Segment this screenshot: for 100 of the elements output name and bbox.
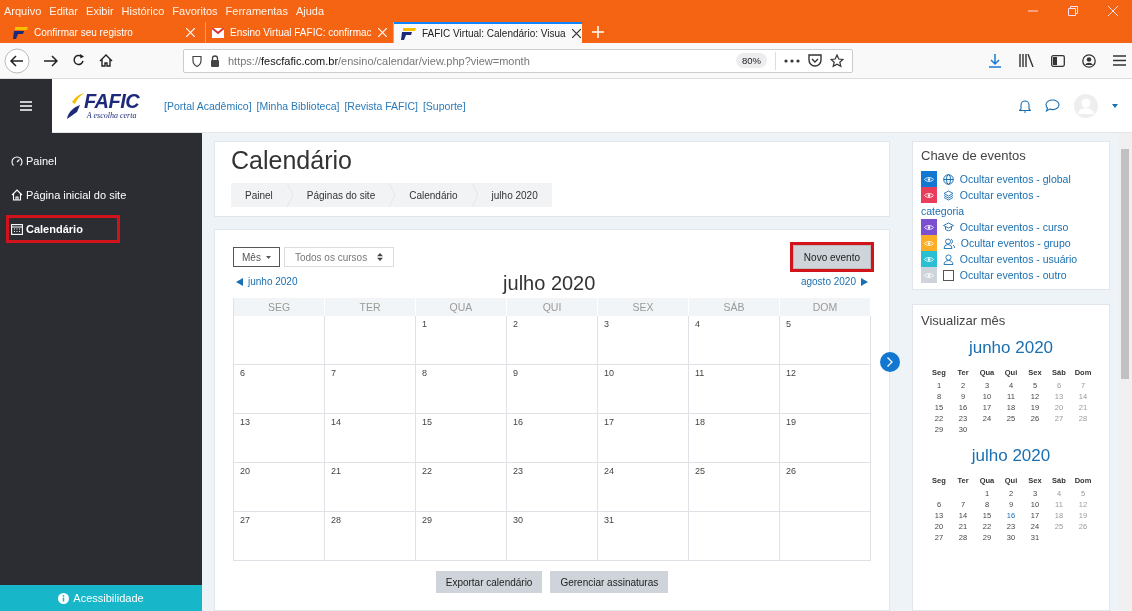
day-cell[interactable]: 15: [416, 414, 507, 463]
browser-tab[interactable]: FAFIC Virtual: Calendário: Visua: [394, 22, 582, 43]
day-cell[interactable]: 27: [234, 512, 325, 561]
day-number: 9: [513, 368, 518, 378]
day-cell[interactable]: 29: [416, 512, 507, 561]
day-cell[interactable]: 9: [507, 365, 598, 414]
sidebar-item[interactable]: Página inicial do site: [6, 181, 196, 209]
course-dropdown[interactable]: Todos os cursos: [283, 247, 395, 267]
logo-text: FAFIC: [84, 91, 140, 111]
day-cell[interactable]: 22: [416, 463, 507, 512]
view-dropdown[interactable]: Mês: [233, 247, 280, 267]
day-cell[interactable]: 3: [598, 316, 689, 365]
day-cell[interactable]: 4: [689, 316, 780, 365]
day-number: 11: [695, 368, 705, 378]
mini-month-title[interactable]: julho 2020: [921, 446, 1101, 466]
weekday-header: QUA: [416, 298, 507, 316]
day-number: 15: [422, 417, 432, 427]
nav-link[interactable]: [Suporte]: [422, 99, 466, 112]
event-filter-link[interactable]: Ocultar eventos - curso: [921, 219, 1101, 235]
weekday-header: SEG: [234, 298, 325, 316]
sidebar-item[interactable]: Painel: [6, 147, 196, 175]
breadcrumb-link[interactable]: Painel: [245, 189, 287, 201]
day-number: 6: [240, 368, 245, 378]
accessibility-label: Acessibilidade: [73, 592, 144, 604]
day-cell[interactable]: 24: [598, 463, 689, 512]
day-number: 28: [331, 515, 341, 525]
breadcrumb-link[interactable]: Páginas do site: [306, 189, 390, 201]
nav-link[interactable]: [Portal Acadêmico]: [164, 99, 252, 112]
day-number: 25: [695, 466, 705, 476]
day-cell[interactable]: 19: [780, 414, 871, 463]
day-number: 31: [604, 515, 614, 525]
day-cell[interactable]: 20: [234, 463, 325, 512]
day-number: 22: [422, 466, 432, 476]
tab-title: FAFIC Virtual: Calendário: Visua: [422, 28, 566, 39]
url-text: https://fescfafic.com.br/ensino/calendar/view.php?view=month: [228, 54, 531, 67]
new-event-button[interactable]: Novo evento: [792, 245, 871, 269]
day-number: 18: [695, 417, 705, 427]
day-number: 2: [513, 319, 518, 329]
day-cell[interactable]: 5: [780, 316, 871, 365]
day-cell[interactable]: 25: [689, 463, 780, 512]
day-cell[interactable]: 18: [689, 414, 780, 463]
day-number: 21: [331, 466, 341, 476]
day-number: 12: [786, 368, 796, 378]
breadcrumb-link[interactable]: julho 2020: [491, 189, 552, 201]
day-number: 8: [422, 368, 427, 378]
weekday-header: QUI: [507, 298, 598, 316]
day-number: 1: [422, 319, 427, 329]
day-cell[interactable]: 21: [325, 463, 416, 512]
day-cell[interactable]: 26: [780, 463, 871, 512]
day-number: 5: [786, 319, 791, 329]
day-cell[interactable]: 17: [598, 414, 689, 463]
day-number: 13: [240, 417, 250, 427]
day-cell[interactable]: 23: [507, 463, 598, 512]
day-cell[interactable]: 8: [416, 365, 507, 414]
day-cell[interactable]: 28: [325, 512, 416, 561]
block-title: Visualizar mês: [921, 313, 1007, 328]
day-cell[interactable]: 30: [507, 512, 598, 561]
weekday-header: SEX: [598, 298, 689, 316]
weekday-header: SÁB: [689, 298, 780, 316]
nav-link[interactable]: [Revista FAFIC]: [344, 99, 418, 112]
nav-link[interactable]: [Minha Biblioteca]: [256, 99, 340, 112]
day-cell[interactable]: 31: [598, 512, 689, 561]
day-cell[interactable]: 12: [780, 365, 871, 414]
day-cell[interactable]: 16: [507, 414, 598, 463]
month-title: julho 2020: [503, 272, 596, 295]
day-cell[interactable]: 2: [507, 316, 598, 365]
calendar-action-button[interactable]: Exportar calendário: [435, 571, 543, 593]
event-filter-link[interactable]: Ocultar eventos - categoria: [921, 187, 1071, 219]
day-cell[interactable]: 14: [325, 414, 416, 463]
day-number: 16: [513, 417, 523, 427]
weekday-header: TER: [325, 298, 416, 316]
day-number: 19: [786, 417, 796, 427]
day-number: 27: [240, 515, 250, 525]
day-number: 14: [331, 417, 341, 427]
mini-month-title[interactable]: junho 2020: [921, 338, 1101, 358]
event-filter-link[interactable]: Ocultar eventos - outro: [921, 267, 1101, 283]
day-cell[interactable]: 7: [325, 365, 416, 414]
day-cell[interactable]: 13: [234, 414, 325, 463]
day-number: 30: [513, 515, 523, 525]
event-filter-link[interactable]: Ocultar eventos - grupo: [921, 235, 1101, 251]
event-filter-link[interactable]: Ocultar eventos - global: [921, 171, 1101, 187]
day-number: 20: [240, 466, 250, 476]
day-cell[interactable]: 10: [598, 365, 689, 414]
day-number: 3: [604, 319, 609, 329]
day-cell[interactable]: 6: [234, 365, 325, 414]
address-bar[interactable]: https://fescfafic.com.br/ensino/calendar/view.php?view=month 80%: [183, 48, 853, 73]
weekday-header: DOM: [780, 298, 871, 316]
previous-month-link[interactable]: junho 2020: [236, 276, 298, 287]
zoom-level[interactable]: 80%: [736, 53, 767, 68]
block-title: Chave de eventos: [921, 148, 1027, 163]
next-month-link[interactable]: agosto 2020: [800, 276, 868, 287]
day-number: 26: [786, 466, 796, 476]
calendar-action-button[interactable]: Gerenciar assinaturas: [550, 571, 669, 593]
day-number: 7: [331, 368, 336, 378]
sidebar-item[interactable]: Calendário: [6, 215, 120, 243]
event-filter-link[interactable]: Ocultar eventos - usuário: [921, 251, 1101, 267]
day-cell[interactable]: 11: [689, 365, 780, 414]
logo-tagline: A escolha certa: [86, 111, 137, 120]
day-cell[interactable]: 1: [416, 316, 507, 365]
breadcrumb-link[interactable]: Calendário: [409, 189, 472, 201]
